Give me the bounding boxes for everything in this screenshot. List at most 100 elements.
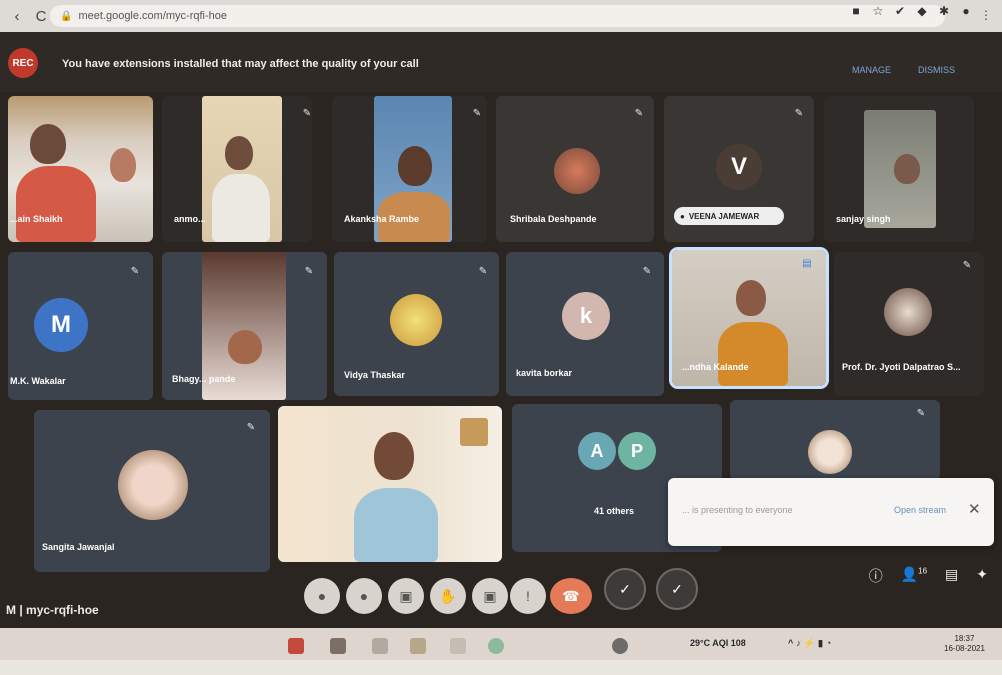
participant-tile[interactable]: ✎ Vidya Thaskar bbox=[334, 252, 499, 396]
person bbox=[354, 488, 438, 562]
extension-icon[interactable]: ◆ bbox=[916, 4, 928, 18]
people-count: 16 bbox=[918, 566, 928, 576]
chat-icon[interactable]: ▤ bbox=[945, 566, 958, 586]
mic-button[interactable]: ● bbox=[304, 578, 340, 614]
side-panel-icons: ⓘ 👤16 ▤ ✦ bbox=[869, 566, 988, 586]
mic-off-icon: ✎ bbox=[916, 408, 926, 419]
star-icon[interactable]: ☆ bbox=[872, 4, 884, 18]
participant-tile[interactable]: ...ain Shaikh bbox=[8, 96, 153, 242]
weather-text: 29°C AQI 108 bbox=[690, 638, 746, 648]
mic-icon: ● bbox=[317, 588, 327, 604]
presentation-popup: ... is presenting to everyone Open strea… bbox=[668, 478, 994, 546]
people-icon[interactable]: 👤16 bbox=[901, 566, 927, 586]
participant-tile[interactable]: ✎ bbox=[730, 400, 940, 480]
participant-name: Bhagy... pande bbox=[172, 374, 236, 384]
menu-icon[interactable]: ⋮ bbox=[980, 8, 992, 22]
mic-off-icon: ✎ bbox=[130, 266, 140, 277]
mic-off-icon: ✎ bbox=[246, 422, 256, 433]
person bbox=[736, 280, 766, 316]
participant-tile[interactable]: ✎ Akanksha Rambe bbox=[332, 96, 487, 242]
extension-button[interactable]: ✓ bbox=[604, 568, 646, 610]
hand-icon: ✋ bbox=[439, 587, 457, 604]
browser-toolbar: ‹ C 🔒 meet.google.com/myc-rqfi-hoe ■ ☆ ✔… bbox=[0, 0, 1002, 33]
camera-button[interactable]: ● bbox=[346, 578, 382, 614]
speaking-icon: ▤ bbox=[802, 258, 812, 269]
present-icon: ▣ bbox=[483, 587, 497, 604]
participant-name: kavita borkar bbox=[516, 368, 573, 378]
participant-tile[interactable]: ✎ anmo... bbox=[162, 96, 312, 242]
info-icon[interactable]: ⓘ bbox=[869, 566, 883, 586]
mic-off-icon: ✎ bbox=[634, 108, 644, 119]
app-icon[interactable] bbox=[612, 638, 628, 654]
person bbox=[225, 136, 253, 170]
participant-tile[interactable]: ✎ Prof. Dr. Jyoti Dalpatrao S... bbox=[834, 252, 984, 396]
participant-tile[interactable]: ✎ Bhagy... pande bbox=[162, 252, 327, 400]
phone-icon: ☎ bbox=[562, 587, 580, 604]
address-bar[interactable]: 🔒 meet.google.com/myc-rqfi-hoe bbox=[50, 5, 945, 27]
lock-icon: 🔒 bbox=[60, 10, 73, 22]
reload-icon[interactable]: C bbox=[34, 8, 48, 25]
participant-name: anmo... bbox=[174, 214, 206, 224]
mic-off-icon: ✎ bbox=[302, 108, 312, 119]
tray-icons[interactable]: ^♪⚡▮◔ bbox=[788, 638, 834, 649]
clock: 18:37 16-08-2021 bbox=[944, 634, 985, 654]
participant-tile[interactable] bbox=[278, 406, 502, 562]
wall-frame bbox=[460, 418, 488, 446]
check-icon: ✓ bbox=[671, 580, 683, 597]
dismiss-link[interactable]: DISMISS bbox=[918, 65, 955, 75]
person bbox=[16, 166, 96, 242]
check-icon: ✓ bbox=[619, 580, 631, 597]
mic-off-icon: ✎ bbox=[472, 108, 482, 119]
raise-hand-button[interactable]: ✋ bbox=[430, 578, 466, 614]
avatar bbox=[554, 148, 600, 194]
participant-tile[interactable]: ✎ Sangita Jawanjal bbox=[34, 410, 270, 572]
start-icon[interactable] bbox=[288, 638, 304, 654]
folder-icon[interactable] bbox=[410, 638, 426, 654]
participant-name: M.K. Wakalar bbox=[10, 376, 66, 386]
leave-call-button[interactable]: ☎ bbox=[550, 578, 592, 614]
extension-button[interactable]: ✓ bbox=[656, 568, 698, 610]
person bbox=[718, 322, 788, 386]
participant-tile[interactable]: sanjay singh bbox=[824, 96, 974, 242]
open-stream-link[interactable]: Open stream bbox=[894, 505, 946, 515]
check-icon[interactable]: ✔ bbox=[894, 4, 906, 18]
mic-icon: ● bbox=[680, 211, 685, 221]
participant-name: sanjay singh bbox=[836, 214, 891, 224]
recording-badge: REC bbox=[8, 48, 38, 78]
time-text: 18:37 bbox=[954, 634, 975, 643]
participant-name: Akanksha Rambe bbox=[344, 214, 420, 224]
activities-icon[interactable]: ✦ bbox=[976, 566, 988, 586]
avatar bbox=[118, 450, 188, 520]
profile-icon[interactable]: ● bbox=[960, 4, 972, 18]
popup-text: ... is presenting to everyone bbox=[682, 505, 793, 515]
participant-tile[interactable]: k ✎ kavita borkar bbox=[506, 252, 664, 396]
search-icon[interactable] bbox=[330, 638, 346, 654]
task-view-icon[interactable] bbox=[372, 638, 388, 654]
avatar: P bbox=[618, 432, 656, 470]
captions-button[interactable]: ▣ bbox=[388, 578, 424, 614]
participant-name: Prof. Dr. Jyoti Dalpatrao S... bbox=[842, 362, 961, 372]
back-icon[interactable]: ‹ bbox=[10, 8, 24, 25]
more-button[interactable]: ! bbox=[510, 578, 546, 614]
avatar bbox=[390, 294, 442, 346]
person bbox=[398, 146, 432, 186]
manage-link[interactable]: MANAGE bbox=[852, 65, 891, 75]
participant-tile[interactable]: ▤ ...ndha Kalande bbox=[669, 247, 829, 389]
participant-tile[interactable]: ✎ Shribala Deshpande bbox=[496, 96, 654, 242]
presenter-pill: ● VEENA JAMEWAR bbox=[674, 207, 784, 225]
participant-name: ...ndha Kalande bbox=[682, 362, 749, 372]
puzzle-icon[interactable]: ✱ bbox=[938, 4, 950, 18]
present-button[interactable]: ▣ bbox=[472, 578, 508, 614]
url-text: meet.google.com/myc-rqfi-hoe bbox=[78, 10, 228, 22]
video-icon[interactable]: ■ bbox=[850, 4, 862, 18]
app-icon[interactable] bbox=[450, 638, 466, 654]
chrome-icon[interactable] bbox=[488, 638, 504, 654]
more-icon: ! bbox=[526, 588, 530, 604]
avatar: M bbox=[34, 298, 88, 352]
person bbox=[894, 154, 920, 184]
extension-warning: You have extensions installed that may a… bbox=[62, 58, 419, 70]
close-icon[interactable]: ✕ bbox=[968, 500, 981, 518]
avatar bbox=[884, 288, 932, 336]
participant-name: Vidya Thaskar bbox=[344, 370, 405, 380]
participant-tile[interactable]: M ✎ M.K. Wakalar bbox=[8, 252, 153, 400]
